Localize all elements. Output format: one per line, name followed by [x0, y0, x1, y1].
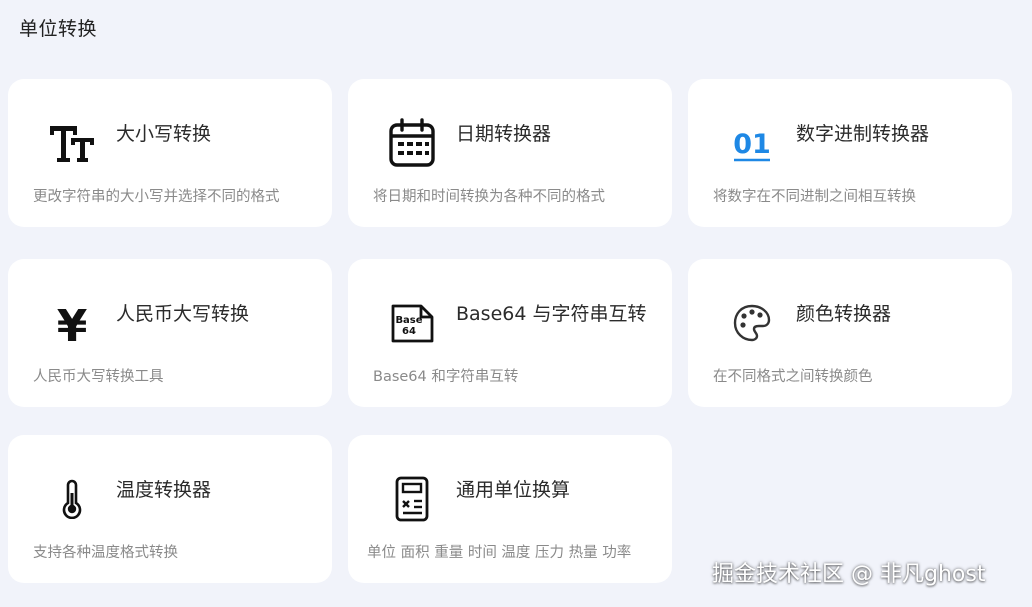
- palette-icon: [728, 299, 776, 347]
- tool-description: 人民币大写转换工具: [33, 369, 164, 385]
- calculator-icon: [388, 475, 436, 523]
- tool-description: 将日期和时间转换为各种不同的格式: [373, 189, 605, 205]
- tool-card-color-converter[interactable]: 颜色转换器 在不同格式之间转换颜色: [688, 259, 1012, 407]
- text-case-icon: [48, 119, 96, 167]
- tool-title: 数字进制转换器: [796, 123, 930, 145]
- tool-card-case-converter[interactable]: 大小写转换 更改字符串的大小写并选择不同的格式: [8, 79, 332, 227]
- tool-title: 人民币大写转换: [116, 303, 250, 325]
- tool-title: Base64 与字符串互转: [456, 303, 647, 325]
- tool-card-temperature-converter[interactable]: 温度转换器 支持各种温度格式转换: [8, 435, 332, 583]
- base64-icon-text-line1: Base: [395, 315, 422, 326]
- section-title: 单位转换: [19, 18, 98, 40]
- base64-icon-text-line2: 64: [402, 326, 416, 337]
- tool-card-number-base-converter[interactable]: 01 数字进制转换器 将数字在不同进制之间相互转换: [688, 79, 1012, 227]
- tool-title: 日期转换器: [456, 123, 552, 145]
- tool-description: 支持各种温度格式转换: [33, 545, 178, 561]
- tool-title: 通用单位换算: [456, 479, 571, 501]
- tool-card-unit-converter[interactable]: 通用单位换算 单位 面积 重量 时间 温度 压力 热量 功率: [348, 435, 672, 583]
- tool-description: 单位 面积 重量 时间 温度 压力 热量 功率: [367, 545, 632, 561]
- tool-description: 将数字在不同进制之间相互转换: [713, 189, 916, 205]
- calendar-icon: [388, 118, 436, 167]
- tool-title: 颜色转换器: [796, 303, 892, 325]
- tool-card-date-converter[interactable]: 日期转换器 将日期和时间转换为各种不同的格式: [348, 79, 672, 227]
- tool-description: 更改字符串的大小写并选择不同的格式: [33, 189, 280, 205]
- binary-icon-text: 01: [733, 129, 771, 160]
- tool-title: 温度转换器: [116, 479, 212, 501]
- tool-title: 大小写转换: [116, 123, 212, 145]
- binary-icon: 01: [728, 119, 776, 167]
- base64-file-icon: Base 64: [388, 299, 436, 347]
- tool-description: Base64 和字符串互转: [373, 369, 519, 385]
- tool-card-base64[interactable]: Base 64 Base64 与字符串互转 Base64 和字符串互转: [348, 259, 672, 407]
- tool-card-rmb-uppercase[interactable]: ¥ 人民币大写转换 人民币大写转换工具: [8, 259, 332, 407]
- watermark: 掘金技术社区 @ 非凡ghost: [712, 562, 986, 587]
- thermometer-icon: [48, 475, 96, 523]
- tool-description: 在不同格式之间转换颜色: [713, 369, 873, 385]
- yuan-icon: ¥: [48, 299, 96, 347]
- yuan-icon-text: ¥: [57, 301, 88, 347]
